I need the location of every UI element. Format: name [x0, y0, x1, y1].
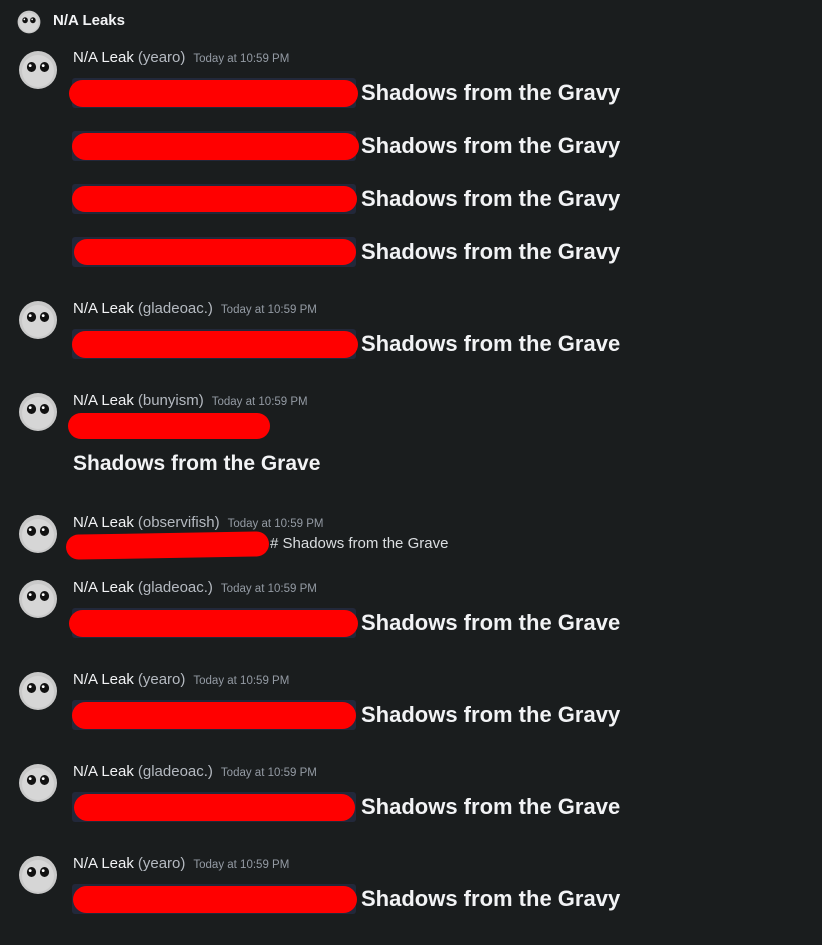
author-handle: (yearo): [137, 671, 186, 688]
redaction-mark: [74, 794, 355, 821]
avatar[interactable]: [18, 514, 58, 554]
author-name[interactable]: N/A Leak: [73, 763, 134, 780]
message-heading: Shadows from the Grave: [73, 452, 321, 475]
redaction-mark: [72, 133, 359, 160]
timestamp[interactable]: Today at 10:59 PM: [193, 53, 289, 65]
author-handle: (bunyism): [137, 392, 204, 409]
author-name[interactable]: N/A Leak: [73, 855, 134, 872]
author-handle: (yearo): [137, 855, 186, 872]
timestamp[interactable]: Today at 10:59 PM: [221, 583, 317, 595]
message-header: N/A Leak (gladeoac.) Today at 10:59 PM: [73, 762, 317, 782]
message-text: Shadows from the Gravy: [361, 702, 621, 727]
message-text: Shadows from the Grave: [361, 610, 621, 635]
message-text: Shadows from the Gravy: [361, 886, 621, 911]
message-text: Shadows from the Gravy: [361, 133, 621, 158]
avatar[interactable]: [18, 579, 58, 619]
author-handle: (gladeoac.): [137, 579, 213, 596]
redaction-mark: [73, 886, 357, 913]
timestamp[interactable]: Today at 10:59 PM: [228, 518, 324, 530]
redaction-mark: [68, 413, 270, 439]
timestamp[interactable]: Today at 10:59 PM: [221, 767, 317, 779]
message-text: Shadows from the Gravy: [361, 186, 621, 211]
redaction-mark: [69, 80, 358, 107]
server-icon[interactable]: [17, 10, 41, 34]
avatar[interactable]: [18, 300, 58, 340]
timestamp[interactable]: Today at 10:59 PM: [212, 396, 308, 408]
redaction-mark: [72, 186, 357, 212]
channel-header: N/A Leaks: [0, 0, 822, 42]
author-name[interactable]: N/A Leak: [73, 579, 134, 596]
redaction-mark: [69, 610, 358, 637]
avatar[interactable]: [18, 855, 58, 895]
author-name[interactable]: N/A Leak: [73, 300, 134, 317]
message-header: N/A Leak (yearo) Today at 10:59 PM: [73, 854, 289, 874]
avatar[interactable]: [18, 763, 58, 803]
timestamp[interactable]: Today at 10:59 PM: [193, 859, 289, 871]
message-header: N/A Leak (observifish) Today at 10:59 PM: [73, 513, 323, 533]
author-handle: (yearo): [137, 49, 186, 66]
author-name[interactable]: N/A Leak: [73, 392, 134, 409]
message-text: Shadows from the Grave: [361, 331, 621, 356]
redaction-mark: [74, 239, 356, 265]
message-text: # Shadows from the Grave: [270, 535, 449, 552]
author-handle: (observifish): [137, 514, 220, 531]
timestamp[interactable]: Today at 10:59 PM: [221, 304, 317, 316]
author-name[interactable]: N/A Leak: [73, 671, 134, 688]
message-header: N/A Leak (yearo) Today at 10:59 PM: [73, 48, 289, 68]
channel-title: N/A Leaks: [53, 12, 125, 29]
author-name[interactable]: N/A Leak: [73, 49, 134, 66]
message-text: Shadows from the Gravy: [361, 80, 621, 105]
message-header: N/A Leak (yearo) Today at 10:59 PM: [73, 670, 289, 690]
author-handle: (gladeoac.): [137, 763, 213, 780]
timestamp[interactable]: Today at 10:59 PM: [193, 675, 289, 687]
message-header: N/A Leak (bunyism) Today at 10:59 PM: [73, 391, 308, 411]
author-handle: (gladeoac.): [137, 300, 213, 317]
avatar[interactable]: [18, 671, 58, 711]
message-text: Shadows from the Grave: [361, 794, 621, 819]
avatar[interactable]: [18, 392, 58, 432]
author-name[interactable]: N/A Leak: [73, 514, 134, 531]
redaction-mark: [65, 531, 270, 560]
message-header: N/A Leak (gladeoac.) Today at 10:59 PM: [73, 578, 317, 598]
avatar[interactable]: [18, 50, 58, 90]
message-text: Shadows from the Gravy: [361, 239, 621, 264]
message-header: N/A Leak (gladeoac.) Today at 10:59 PM: [73, 299, 317, 319]
redaction-mark: [72, 331, 358, 358]
redaction-mark: [72, 702, 356, 729]
